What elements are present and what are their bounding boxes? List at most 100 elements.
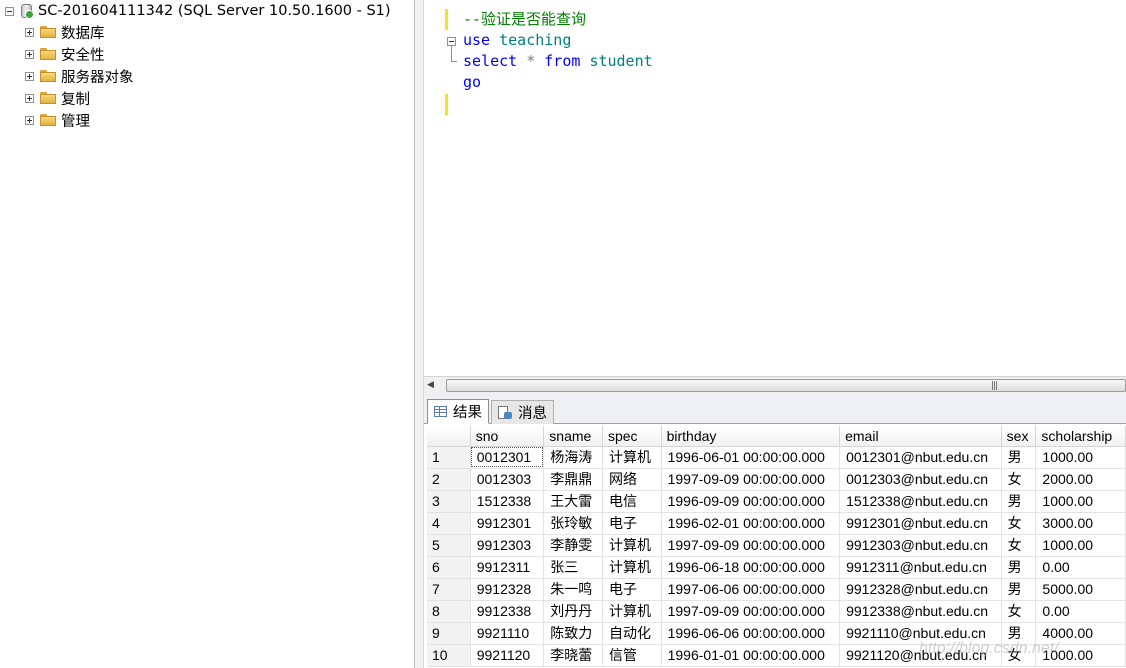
table-row[interactable]: 1 0012301 杨海涛 计算机 1996-06-01 00:00:00.000 001…: [427, 446, 1126, 469]
scroll-left-icon[interactable]: ◀: [427, 380, 434, 390]
table-cell[interactable]: 女: [1001, 534, 1037, 557]
row-number-cell[interactable]: 9: [427, 622, 471, 645]
table-cell[interactable]: 1996-01-01 00:00:00.000: [661, 644, 841, 667]
table-cell[interactable]: 李鼎鼎: [543, 468, 603, 491]
table-cell[interactable]: 9912311: [470, 556, 545, 579]
table-cell[interactable]: 计算机: [602, 534, 662, 557]
table-cell[interactable]: 男: [1001, 490, 1037, 513]
table-cell[interactable]: 计算机: [602, 600, 662, 623]
table-cell[interactable]: 1996-09-09 00:00:00.000: [661, 490, 841, 513]
row-number-cell[interactable]: 4: [427, 512, 471, 535]
table-cell[interactable]: 9912338: [470, 600, 545, 623]
collapse-icon[interactable]: [5, 6, 14, 16]
collapse-icon[interactable]: [447, 37, 456, 46]
table-cell[interactable]: 电子: [602, 512, 662, 535]
expand-icon[interactable]: [25, 71, 34, 81]
table-cell[interactable]: 李晓蕾: [543, 644, 603, 667]
table-cell[interactable]: 男: [1001, 556, 1037, 579]
table-cell[interactable]: 1512338@nbut.edu.cn: [839, 490, 1002, 513]
table-cell[interactable]: 女: [1001, 600, 1037, 623]
table-cell[interactable]: 9912303@nbut.edu.cn: [839, 534, 1002, 557]
table-cell[interactable]: 9912301: [470, 512, 545, 535]
table-cell[interactable]: 9912328: [470, 578, 545, 601]
expand-icon[interactable]: [25, 27, 34, 37]
row-number-header[interactable]: [427, 426, 471, 447]
column-header[interactable]: spec: [602, 426, 662, 447]
table-row[interactable]: 5 9912303 李静雯 计算机 1997-09-09 00:00:00.000 991…: [427, 534, 1126, 557]
expand-icon[interactable]: [25, 49, 34, 59]
table-cell[interactable]: 杨海涛: [543, 446, 603, 469]
row-number-cell[interactable]: 8: [427, 600, 471, 623]
table-cell[interactable]: 计算机: [602, 446, 662, 469]
table-cell[interactable]: 9912338@nbut.edu.cn: [839, 600, 1002, 623]
table-cell[interactable]: 电信: [602, 490, 662, 513]
table-cell[interactable]: 张玲敏: [543, 512, 603, 535]
table-cell[interactable]: 9912301@nbut.edu.cn: [839, 512, 1002, 535]
table-cell[interactable]: 9912303: [470, 534, 545, 557]
tab-results[interactable]: 结果: [427, 399, 489, 424]
table-cell[interactable]: 男: [1001, 578, 1037, 601]
table-cell[interactable]: 陈致力: [543, 622, 603, 645]
table-cell[interactable]: 2000.00: [1035, 468, 1126, 491]
table-cell[interactable]: 9912311@nbut.edu.cn: [839, 556, 1002, 579]
table-row[interactable]: 3 1512338 王大雷 电信 1996-09-09 00:00:00.000 1512…: [427, 490, 1126, 513]
column-header[interactable]: sex: [1001, 426, 1037, 447]
table-cell[interactable]: 9921120: [470, 644, 545, 667]
table-row[interactable]: 8 9912338 刘丹丹 计算机 1997-09-09 00:00:00.000 991…: [427, 600, 1126, 623]
tree-node-security[interactable]: 安全性: [25, 43, 105, 65]
table-cell[interactable]: 信管: [602, 644, 662, 667]
table-cell[interactable]: 刘丹丹: [543, 600, 603, 623]
row-number-cell[interactable]: 10: [427, 644, 471, 667]
table-cell[interactable]: 0012303@nbut.edu.cn: [839, 468, 1002, 491]
table-cell[interactable]: 计算机: [602, 556, 662, 579]
scrollbar-thumb[interactable]: |||: [446, 379, 1126, 392]
table-cell[interactable]: 9912328@nbut.edu.cn: [839, 578, 1002, 601]
row-number-cell[interactable]: 6: [427, 556, 471, 579]
table-cell[interactable]: 0.00: [1035, 600, 1126, 623]
table-cell[interactable]: 0.00: [1035, 556, 1126, 579]
column-header[interactable]: sno: [470, 426, 545, 447]
column-header[interactable]: sname: [543, 426, 603, 447]
table-cell[interactable]: 1996-06-18 00:00:00.000: [661, 556, 841, 579]
table-cell[interactable]: 1512338: [470, 490, 545, 513]
table-cell[interactable]: 王大雷: [543, 490, 603, 513]
table-cell[interactable]: 3000.00: [1035, 512, 1126, 535]
row-number-cell[interactable]: 3: [427, 490, 471, 513]
table-cell[interactable]: 网络: [602, 468, 662, 491]
table-cell[interactable]: 1997-09-09 00:00:00.000: [661, 468, 841, 491]
table-cell[interactable]: 1997-09-09 00:00:00.000: [661, 600, 841, 623]
expand-icon[interactable]: [25, 93, 34, 103]
panel-splitter[interactable]: [414, 0, 424, 668]
expand-icon[interactable]: [25, 115, 34, 125]
table-row[interactable]: 2 0012303 李鼎鼎 网络 1997-09-09 00:00:00.000 0012…: [427, 468, 1126, 491]
table-cell[interactable]: 1996-06-06 00:00:00.000: [661, 622, 841, 645]
tree-node-databases[interactable]: 数据库: [25, 21, 105, 43]
server-node[interactable]: SC-201604111342 (SQL Server 10.50.1600 -…: [5, 0, 391, 22]
table-cell[interactable]: 0012301@nbut.edu.cn: [839, 446, 1002, 469]
table-cell[interactable]: 自动化: [602, 622, 662, 645]
tree-node-replication[interactable]: 复制: [25, 87, 90, 109]
row-number-cell[interactable]: 2: [427, 468, 471, 491]
column-header[interactable]: scholarship: [1035, 426, 1126, 447]
results-grid[interactable]: sno sname spec birthday email sex schola…: [424, 424, 1126, 668]
table-cell[interactable]: 张三: [543, 556, 603, 579]
row-number-cell[interactable]: 1: [427, 446, 471, 469]
table-cell[interactable]: 1996-06-01 00:00:00.000: [661, 446, 841, 469]
row-number-cell[interactable]: 5: [427, 534, 471, 557]
query-editor[interactable]: --验证是否能查询 use teaching select * from stu…: [424, 0, 1126, 378]
table-cell[interactable]: 5000.00: [1035, 578, 1126, 601]
tree-node-management[interactable]: 管理: [25, 109, 90, 131]
table-cell[interactable]: 电子: [602, 578, 662, 601]
tree-node-server-objects[interactable]: 服务器对象: [25, 65, 134, 87]
table-cell[interactable]: 1997-09-09 00:00:00.000: [661, 534, 841, 557]
tab-messages[interactable]: 消息: [491, 400, 554, 424]
table-row[interactable]: 7 9912328 朱一鸣 电子 1997-06-06 00:00:00.000 9912…: [427, 578, 1126, 601]
column-header[interactable]: email: [839, 426, 1002, 447]
table-cell[interactable]: 女: [1001, 468, 1037, 491]
row-number-cell[interactable]: 7: [427, 578, 471, 601]
table-cell[interactable]: 1000.00: [1035, 490, 1126, 513]
table-cell[interactable]: 朱一鸣: [543, 578, 603, 601]
table-cell[interactable]: 男: [1001, 446, 1037, 469]
table-cell[interactable]: 李静雯: [543, 534, 603, 557]
table-cell[interactable]: 1000.00: [1035, 534, 1126, 557]
